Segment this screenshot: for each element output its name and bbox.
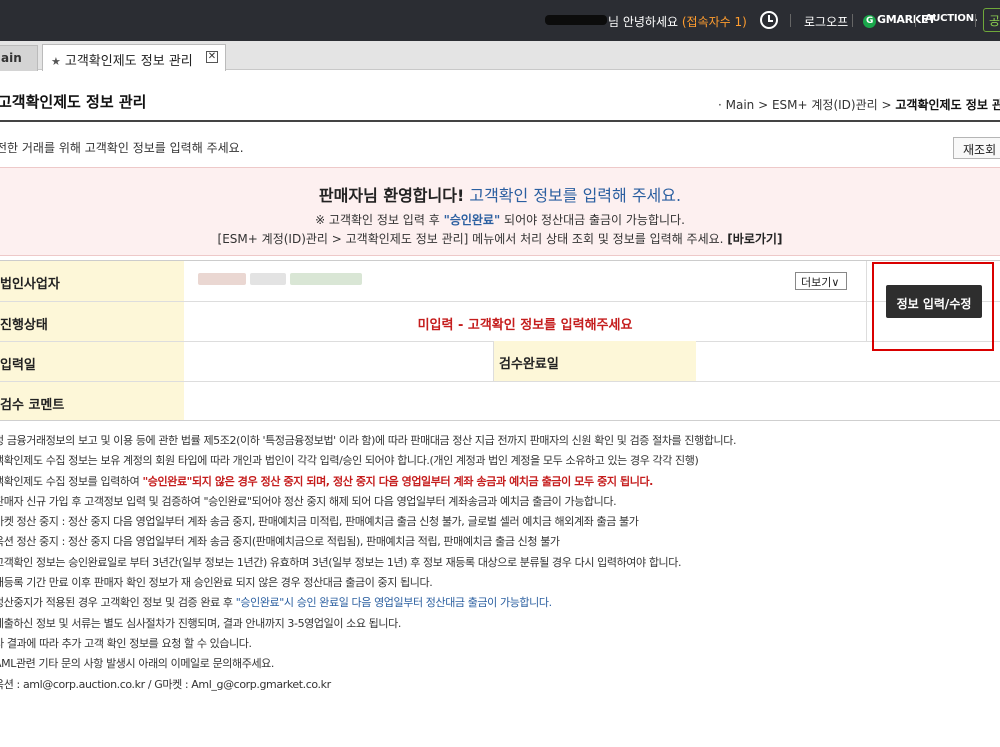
guide-text: 판매자 신규 가입 후 고객정보 입력 및 검증하여 "승인완료"되어야 정산 … bbox=[0, 494, 617, 508]
guide-text: AML관련 기타 문의 사항 발생시 아래의 이메일로 문의해주세요. bbox=[0, 657, 274, 671]
clock-icon[interactable] bbox=[760, 11, 778, 29]
notice-line-1-suffix: 되어야 정산대금 출금이 가능합니다. bbox=[500, 213, 685, 227]
breadcrumb-path: · Main > ESM+ 계정(ID)관리 > bbox=[718, 98, 896, 112]
divider bbox=[975, 14, 976, 27]
guide-line: 정산중지가 적용된 경우 고객확인 정보 및 검증 완료 후 "승인완료"시 승… bbox=[0, 593, 736, 613]
guide-text: 제출하신 정보 및 서류는 별도 심사절차가 진행되며, 결과 안내까지 3-5… bbox=[0, 616, 401, 630]
label-corporate-business: 법인사업자 bbox=[0, 261, 184, 301]
guide-line: 옥션 : aml@corp.auction.co.kr / G마켓 : Aml_… bbox=[0, 675, 736, 695]
blurred-value bbox=[198, 273, 246, 285]
guide-text: 마켓 정산 중지 : 정산 중지 다음 영업일부터 계좌 송금 중지, 판매예치… bbox=[0, 515, 639, 529]
table-bottom-border bbox=[0, 420, 1000, 421]
guide-text: 재등록 기간 만료 이후 판매자 확인 정보가 재 승인완료 되지 않은 경우 … bbox=[0, 576, 433, 590]
label-review-complete-date: 검수완료일 bbox=[493, 341, 696, 381]
greeting-text: 님 안녕하세요 bbox=[608, 15, 682, 29]
refresh-button[interactable]: 재조회 bbox=[953, 137, 1000, 159]
redacted-username bbox=[545, 15, 607, 25]
guide-line: 고객확인 정보는 승인완료일로 부터 3년간(일부 정보는 1년간) 유효하며 … bbox=[0, 553, 736, 573]
notice-line-1: ※ 고객확인 정보 입력 후 "승인완료" 되어야 정산대금 출금이 가능합니다… bbox=[0, 211, 1000, 228]
connection-count[interactable]: (접속자수 1) bbox=[682, 15, 747, 29]
guide-text: 객확인제도 수집 정보는 보유 계정의 회원 타입에 따라 개인과 법인이 각각… bbox=[0, 454, 699, 468]
notice-heading-accent: 고객확인 정보를 입력해 주세요. bbox=[464, 186, 682, 205]
breadcrumb: · Main > ESM+ 계정(ID)관리 > 고객확인제도 정보 관리 bbox=[718, 96, 1000, 113]
blurred-value bbox=[250, 273, 286, 285]
guide-text: 옥션 : aml@corp.auction.co.kr / G마켓 : Aml_… bbox=[0, 677, 331, 691]
page-description: 전한 거래를 위해 고객확인 정보를 입력해 주세요. bbox=[0, 141, 244, 155]
notice-box: 판매자님 환영합니다! 고객확인 정보를 입력해 주세요. ※ 고객확인 정보 … bbox=[0, 167, 1000, 256]
column-divider bbox=[493, 341, 494, 381]
logout-link[interactable]: 로그오프 bbox=[804, 13, 848, 30]
guide-text: 옥션 정산 중지 : 정산 중지 다음 영업일부터 계좌 송금 중지(판매예치금… bbox=[0, 535, 560, 549]
guide-text: 정 금융거래정보의 보고 및 이용 등에 관한 법률 제5조2(이하 '특정금융… bbox=[0, 434, 737, 447]
guide-text: 정산중지가 적용된 경우 고객확인 정보 및 검증 완료 후 bbox=[0, 596, 236, 610]
status-value: 미입력 - 고객확인 정보를 입력해주세요 bbox=[417, 318, 633, 333]
star-icon[interactable]: ★ bbox=[51, 55, 61, 68]
tab-customer-verification[interactable]: ★ 고객확인제도 정보 관리 ✕ bbox=[42, 44, 226, 71]
guide-warning: "승인완료"되지 않은 경우 정산 중지 되며, 정산 중지 다음 영업일부터 … bbox=[142, 474, 653, 488]
page-title: 고객확인제도 정보 관리 bbox=[0, 93, 147, 111]
guide-text: 객확인제도 수집 정보를 입력하여 bbox=[0, 474, 143, 488]
notice-line-2-text: [ESM+ 계정(ID)관리 > 고객확인제도 정보 관리] 메뉴에서 처리 상… bbox=[217, 232, 728, 246]
guide-line: 객확인제도 수집 정보는 보유 계정의 회원 타입에 따라 개인과 법인이 각각… bbox=[0, 451, 736, 471]
guide-line: 정 금융거래정보의 보고 및 이용 등에 관한 법률 제5조2(이하 '특정금융… bbox=[0, 431, 736, 451]
guide-line: 판매자 신규 가입 후 고객정보 입력 및 검증하여 "승인완료"되어야 정산 … bbox=[0, 492, 736, 512]
guide-line: 마켓 정산 중지 : 정산 중지 다음 영업일부터 계좌 송금 중지, 판매예치… bbox=[0, 512, 736, 532]
header-divider bbox=[0, 120, 1000, 122]
guide-text: 고객확인 정보는 승인완료일로 부터 3년간(일부 정보는 1년간) 유효하며 … bbox=[0, 555, 682, 569]
guide-line: 제출하신 정보 및 서류는 별도 심사절차가 진행되며, 결과 안내까지 3-5… bbox=[0, 614, 736, 634]
greeting: 님 안녕하세요 (접속자수 1) bbox=[608, 13, 747, 30]
notice-heading: 판매자님 환영합니다! 고객확인 정보를 입력해 주세요. bbox=[0, 182, 1000, 206]
breadcrumb-current: 고객확인제도 정보 관리 bbox=[895, 98, 1000, 112]
blurred-value bbox=[290, 273, 362, 285]
guide-list: 정 금융거래정보의 보고 및 이용 등에 관한 법률 제5조2(이하 '특정금융… bbox=[0, 431, 736, 695]
notice-line-2: [ESM+ 계정(ID)관리 > 고객확인제도 정보 관리] 메뉴에서 처리 상… bbox=[0, 230, 1000, 247]
divider bbox=[852, 14, 853, 27]
tab-strip: ain ★ 고객확인제도 정보 관리 ✕ bbox=[0, 41, 1000, 71]
edit-info-button[interactable]: 정보 입력/수정 bbox=[886, 285, 982, 318]
tab-main[interactable]: ain bbox=[0, 45, 38, 71]
guide-highlight: "승인완료"시 승인 완료일 다음 영업일부터 정산대금 출금이 가능합니다. bbox=[235, 596, 552, 610]
label-progress-status: 진행상태 bbox=[0, 302, 184, 341]
label-review-comment: 검수 코멘트 bbox=[0, 382, 184, 420]
column-divider bbox=[866, 261, 867, 341]
notice-line-1-accent: "승인완료" bbox=[443, 213, 501, 227]
label-input-date: 입력일 bbox=[0, 342, 184, 382]
divider bbox=[915, 14, 916, 27]
guide-line: 옥션 정산 중지 : 정산 중지 다음 영업일부터 계좌 송금 중지(판매예치금… bbox=[0, 532, 736, 552]
shortcut-link[interactable]: [바로가기] bbox=[727, 232, 782, 246]
guide-line: AML관련 기타 문의 사항 발생시 아래의 이메일로 문의해주세요. bbox=[0, 654, 736, 674]
guide-text: 사 결과에 따라 추가 고객 확인 정보를 요청 할 수 있습니다. bbox=[0, 636, 252, 650]
guide-line: 재등록 기간 만료 이후 판매자 확인 정보가 재 승인완료 되지 않은 경우 … bbox=[0, 573, 736, 593]
tab-label: 고객확인제도 정보 관리 bbox=[64, 54, 193, 69]
close-icon[interactable]: ✕ bbox=[206, 51, 218, 63]
guide-line: 객확인제도 수집 정보를 입력하여 "승인완료"되지 않은 경우 정산 중지 되… bbox=[0, 472, 736, 492]
more-dropdown-button[interactable]: 더보기∨ bbox=[795, 272, 847, 290]
notice-heading-text: 판매자님 환영합니다! bbox=[318, 186, 465, 205]
divider bbox=[790, 14, 791, 27]
guide-line: 사 결과에 따라 추가 고객 확인 정보를 요청 할 수 있습니다. bbox=[0, 634, 736, 654]
gmarket-g-icon: G bbox=[863, 15, 876, 28]
partial-top-button[interactable]: 공 bbox=[983, 8, 1000, 32]
top-bar: 님 안녕하세요 (접속자수 1) 로그오프 G GMARKET AUCTION. … bbox=[0, 0, 1000, 41]
notice-line-1-prefix: ※ 고객확인 정보 입력 후 bbox=[315, 213, 444, 227]
auction-logo[interactable]: AUCTION. bbox=[925, 13, 978, 24]
